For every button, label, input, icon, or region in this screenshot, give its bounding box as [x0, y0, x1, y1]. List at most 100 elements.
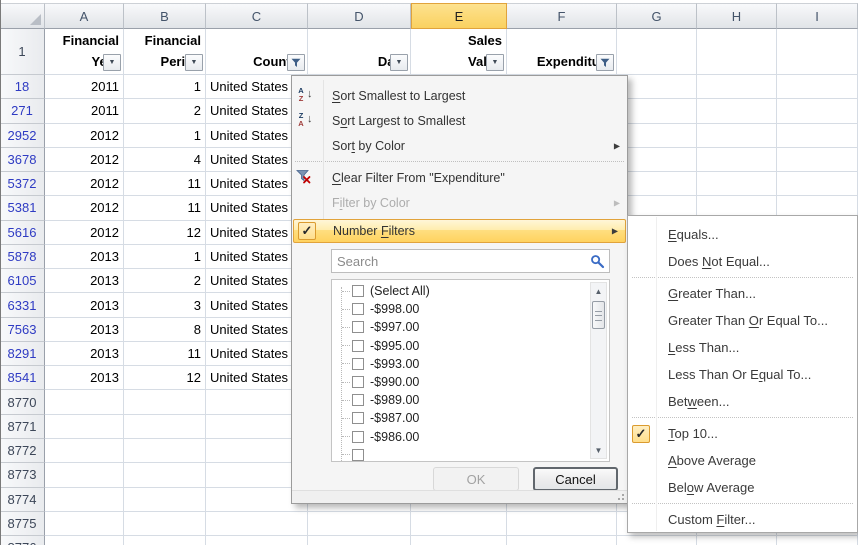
row-header-5878[interactable]: 5878 [0, 245, 45, 269]
menu-item-sort-smallest-to-largest[interactable]: AZ↓Sort Smallest to Largest [292, 83, 627, 108]
submenu-item-less-than[interactable]: Less Than... [628, 334, 857, 361]
cell-F8776 [507, 536, 617, 545]
menu-item-label: Custom Filter... [668, 512, 755, 527]
row-header-3678[interactable]: 3678 [0, 148, 45, 172]
value-list-item[interactable]: -$995.00 [332, 337, 588, 355]
value-list-item[interactable]: -$997.00 [332, 318, 588, 336]
tree-connector [342, 418, 350, 419]
value-list-item[interactable]: -$989.00 [332, 391, 588, 409]
row-header-6105[interactable]: 6105 [0, 269, 45, 293]
scroll-down-icon[interactable]: ▼ [591, 443, 606, 457]
value-list-item[interactable]: -$990.00 [332, 373, 588, 391]
search-input[interactable] [332, 250, 609, 272]
row-header-6331[interactable]: 6331 [0, 293, 45, 317]
column-header-I[interactable]: I [777, 3, 858, 29]
filter-button-D[interactable]: ▼ [390, 54, 408, 71]
submenu-item-does-not-equal[interactable]: Does Not Equal... [628, 248, 857, 275]
filter-button-E[interactable]: ▼ [486, 54, 504, 71]
filter-button-F[interactable] [596, 54, 614, 71]
resize-grip[interactable] [622, 498, 624, 500]
menu-item-sort-largest-to-smallest[interactable]: ZA↓Sort Largest to Smallest [292, 108, 627, 133]
column-header-F[interactable]: F [507, 3, 617, 29]
row-header-7563[interactable]: 7563 [0, 318, 45, 342]
column-header-E[interactable]: E [411, 3, 507, 29]
checkbox[interactable] [352, 376, 364, 388]
row-header-8541[interactable]: 8541 [0, 366, 45, 390]
checkbox[interactable] [352, 285, 364, 297]
column-header-G[interactable]: G [617, 3, 697, 29]
row-header-8774[interactable]: 8774 [0, 488, 45, 512]
cell-H271 [697, 99, 777, 123]
scroll-up-icon[interactable]: ▲ [591, 284, 606, 298]
cell-H2952 [697, 124, 777, 148]
row-header-8772[interactable]: 8772 [0, 439, 45, 463]
checkbox[interactable] [352, 303, 364, 315]
scrollbar-thumb[interactable] [592, 301, 605, 329]
filter-arrow-icon: ▼ [396, 59, 403, 66]
value-list-item[interactable]: -$998.00 [332, 300, 588, 318]
value-list-item-partial[interactable] [332, 446, 588, 461]
row-header-8770[interactable]: 8770 [0, 390, 45, 414]
cell-G8776 [617, 536, 697, 545]
tree-connector [342, 454, 350, 455]
cell-A7563: 2013 [45, 318, 124, 342]
column-header-A[interactable]: A [45, 3, 124, 29]
cell-B5372: 11 [124, 172, 206, 196]
submenu-item-less-than-or-equal-to[interactable]: Less Than Or Equal To... [628, 361, 857, 388]
checkbox[interactable] [352, 340, 364, 352]
row-header-1[interactable]: 1 [0, 29, 45, 75]
row-header-18[interactable]: 18 [0, 75, 45, 99]
value-list-scrollbar[interactable]: ▲ ▼ [590, 282, 607, 459]
menu-item-label: Sort Largest to Smallest [332, 114, 465, 128]
cell-A8771 [45, 415, 124, 439]
cancel-button[interactable]: Cancel [533, 467, 618, 491]
row-header-5381[interactable]: 5381 [0, 196, 45, 220]
row-header-8291[interactable]: 8291 [0, 342, 45, 366]
menu-item-sort-by-color[interactable]: Sort by Color▶ [292, 133, 627, 158]
row-header-271[interactable]: 271 [0, 99, 45, 123]
submenu-item-greater-than[interactable]: Greater Than... [628, 280, 857, 307]
submenu-item-custom-filter[interactable]: Custom Filter... [628, 506, 857, 533]
submenu-item-equals[interactable]: Equals... [628, 221, 857, 248]
value-list-item[interactable]: -$987.00 [332, 409, 588, 427]
value-list-item[interactable]: -$993.00 [332, 355, 588, 373]
row-header-2952[interactable]: 2952 [0, 124, 45, 148]
submenu-item-top-10[interactable]: ✓Top 10... [628, 420, 857, 447]
row-header-8771[interactable]: 8771 [0, 415, 45, 439]
menu-item-clear-filter-from-expenditure[interactable]: Clear Filter From "Expenditure" [292, 165, 627, 190]
row-header-5372[interactable]: 5372 [0, 172, 45, 196]
menu-item-number-filters[interactable]: ✓Number Filters▶ [293, 219, 626, 243]
submenu-item-below-average[interactable]: Below Average [628, 474, 857, 501]
ok-button[interactable]: OK [433, 467, 519, 491]
value-list-item[interactable]: -$986.00 [332, 428, 588, 446]
column-header-C[interactable]: C [206, 3, 308, 29]
submenu-item-above-average[interactable]: Above Average [628, 447, 857, 474]
column-header-H[interactable]: H [697, 3, 777, 29]
submenu-item-greater-than-or-equal-to[interactable]: Greater Than Or Equal To... [628, 307, 857, 334]
filter-button-B[interactable]: ▼ [185, 54, 203, 71]
header-cell-I [777, 29, 858, 75]
cell-I5372 [777, 172, 858, 196]
cell-B3678: 4 [124, 148, 206, 172]
checkbox[interactable] [352, 431, 364, 443]
filter-button-C[interactable] [287, 54, 305, 71]
header-label: Sales [468, 30, 502, 51]
checkbox[interactable] [352, 412, 364, 424]
row-header-8775[interactable]: 8775 [0, 512, 45, 536]
row-header-8773[interactable]: 8773 [0, 463, 45, 487]
select-all-corner[interactable] [0, 3, 45, 29]
menu-separator [632, 417, 853, 418]
row-header-8776[interactable]: 8776 [0, 536, 45, 545]
menu-item-label: Above Average [668, 453, 756, 468]
row-header-5616[interactable]: 5616 [0, 221, 45, 245]
checkbox[interactable] [352, 358, 364, 370]
filter-button-A[interactable]: ▼ [103, 54, 121, 71]
checkbox[interactable] [352, 321, 364, 333]
submenu-item-between[interactable]: Between... [628, 388, 857, 415]
checkbox[interactable] [352, 449, 364, 461]
checkbox[interactable] [352, 394, 364, 406]
value-label: -$986.00 [370, 430, 419, 444]
column-header-D[interactable]: D [308, 3, 411, 29]
column-header-B[interactable]: B [124, 3, 206, 29]
value-list-item[interactable]: (Select All) [332, 282, 588, 300]
